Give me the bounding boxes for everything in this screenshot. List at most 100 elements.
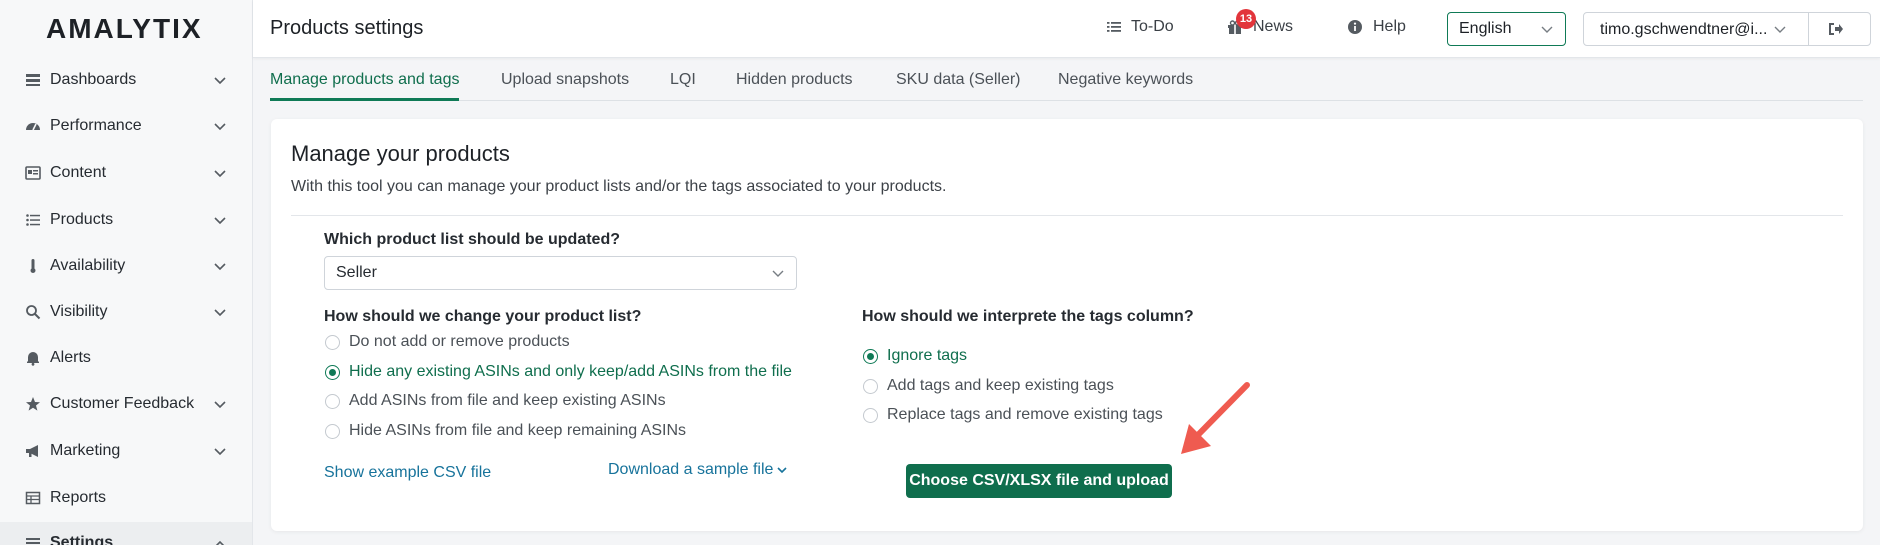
news-count-badge: 13 <box>1236 9 1256 29</box>
chevron-down-icon <box>1774 26 1786 33</box>
checklist-icon <box>1107 22 1121 32</box>
sidebar-item-performance[interactable]: Performance <box>0 103 252 149</box>
help-label: Help <box>1373 18 1406 35</box>
tabs-divider <box>270 100 1863 101</box>
tags-option-replace[interactable]: Replace tags and remove existing tags <box>863 406 1163 424</box>
tab-manage-products-and-tags[interactable]: Manage products and tags <box>270 71 459 89</box>
sidebar-item-settings[interactable]: Settings <box>0 522 252 545</box>
gauge-icon <box>24 117 42 135</box>
sidebar-item-label: Marketing <box>50 442 121 459</box>
language-value: English <box>1459 20 1512 37</box>
todo-link[interactable]: To-Do <box>1107 18 1174 36</box>
download-sample-label: Download a sample file <box>608 461 774 478</box>
tab-sku-data-seller[interactable]: SKU data (Seller) <box>896 71 1021 89</box>
change-option-add-asins[interactable]: Add ASINs from file and keep existing AS… <box>325 392 666 410</box>
sidebar-item-products[interactable]: Products <box>0 197 252 243</box>
chevron-down-icon <box>214 448 226 456</box>
thermometer-icon <box>24 257 42 275</box>
divider <box>1808 13 1809 45</box>
radio-button[interactable] <box>325 423 340 439</box>
chevron-down-icon <box>214 263 226 271</box>
radio-button[interactable] <box>325 364 340 380</box>
sidebar-item-label: Availability <box>50 257 126 274</box>
radio-label: Replace tags and remove existing tags <box>887 406 1163 423</box>
top-header: Products settings To-Do News 13 Help Eng… <box>253 0 1880 58</box>
chevron-down-icon <box>214 217 226 225</box>
show-example-csv-link[interactable]: Show example CSV file <box>324 464 491 482</box>
chevron-down-icon <box>214 123 226 131</box>
upload-file-button[interactable]: Choose CSV/XLSX file and upload <box>906 464 1172 498</box>
megaphone-icon <box>24 442 42 460</box>
chevron-down-icon <box>1541 26 1553 33</box>
download-sample-link[interactable]: Download a sample file <box>608 461 788 479</box>
tab-hidden-products[interactable]: Hidden products <box>736 71 853 89</box>
todo-label: To-Do <box>1131 18 1174 35</box>
radio-label: Hide ASINs from file and keep remaining … <box>349 422 687 439</box>
language-select[interactable]: English <box>1447 12 1566 46</box>
section-heading: Manage your products <box>291 141 510 166</box>
change-option-hide-asins[interactable]: Hide ASINs from file and keep remaining … <box>325 422 686 440</box>
search-icon <box>24 303 42 321</box>
list-icon <box>24 211 42 229</box>
annotation-arrow-icon <box>1181 382 1250 454</box>
manage-products-card: Manage your products With this tool you … <box>271 119 1863 531</box>
radio-label: Add ASINs from file and keep existing AS… <box>349 392 666 409</box>
sidebar-item-alerts[interactable]: Alerts <box>0 335 252 381</box>
sidebar: AMALYTIX Dashboards Performance Content … <box>0 0 253 545</box>
chevron-down-icon <box>214 401 226 409</box>
change-list-question: How should we change your product list? <box>324 308 642 325</box>
tags-option-ignore[interactable]: Ignore tags <box>863 347 967 365</box>
tags-question: How should we interprete the tags column… <box>862 308 1194 325</box>
active-tab-indicator <box>270 98 459 101</box>
user-select[interactable]: timo.gschwendtner@i... <box>1583 12 1871 46</box>
change-option-do-not-add[interactable]: Do not add or remove products <box>325 333 570 351</box>
product-list-select[interactable]: Seller <box>324 256 797 290</box>
news-label: News <box>1253 18 1294 35</box>
radio-button[interactable] <box>325 393 340 409</box>
tags-option-add[interactable]: Add tags and keep existing tags <box>863 377 1114 395</box>
sidebar-item-label: Content <box>50 164 107 181</box>
chevron-down-icon <box>772 270 784 277</box>
product-list-question: Which product list should be updated? <box>324 231 620 248</box>
tab-lqi[interactable]: LQI <box>670 71 696 89</box>
sidebar-item-content[interactable]: Content <box>0 150 252 196</box>
settings-tabs: Manage products and tags Upload snapshot… <box>253 58 1880 101</box>
logo[interactable]: AMALYTIX <box>0 0 252 58</box>
tab-negative-keywords[interactable]: Negative keywords <box>1058 71 1193 89</box>
star-icon <box>24 395 42 413</box>
radio-button[interactable] <box>863 378 878 394</box>
info-icon <box>1348 20 1362 34</box>
radio-label: Hide any existing ASINs and only keep/ad… <box>349 363 792 380</box>
sidebar-item-label: Products <box>50 211 114 228</box>
sidebar-item-marketing[interactable]: Marketing <box>0 428 252 474</box>
sidebar-item-dashboards[interactable]: Dashboards <box>0 57 252 103</box>
content-icon <box>24 164 42 182</box>
sidebar-item-reports[interactable]: Reports <box>0 475 252 521</box>
sidebar-item-visibility[interactable]: Visibility <box>0 289 252 335</box>
sidebar-item-label: Performance <box>50 117 142 134</box>
radio-label: Ignore tags <box>887 347 968 364</box>
logout-icon[interactable] <box>1828 22 1844 36</box>
radio-label: Do not add or remove products <box>349 333 570 350</box>
sidebar-item-label: Alerts <box>50 349 91 366</box>
sidebar-item-label: Reports <box>50 489 107 506</box>
change-option-hide-existing[interactable]: Hide any existing ASINs and only keep/ad… <box>325 363 792 381</box>
chevron-down-icon <box>214 309 226 317</box>
page-title: Products settings <box>270 17 424 39</box>
user-name: timo.gschwendtner@i... <box>1600 21 1768 38</box>
product-list-value: Seller <box>336 264 377 281</box>
chevron-up-icon <box>215 540 225 545</box>
sidebar-item-label: Settings <box>50 534 114 545</box>
help-link[interactable]: Help <box>1347 18 1406 36</box>
sidebar-item-customer-feedback[interactable]: Customer Feedback <box>0 381 252 427</box>
sidebar-item-label: Customer Feedback <box>50 395 195 412</box>
radio-button[interactable] <box>325 334 340 350</box>
radio-button[interactable] <box>863 348 878 364</box>
tab-upload-snapshots[interactable]: Upload snapshots <box>501 71 629 89</box>
radio-button[interactable] <box>863 407 878 423</box>
settings-icon <box>24 534 42 545</box>
chevron-down-icon <box>214 77 226 85</box>
bell-icon <box>24 349 42 367</box>
sidebar-item-availability[interactable]: Availability <box>0 243 252 289</box>
chevron-down-icon <box>777 467 787 474</box>
